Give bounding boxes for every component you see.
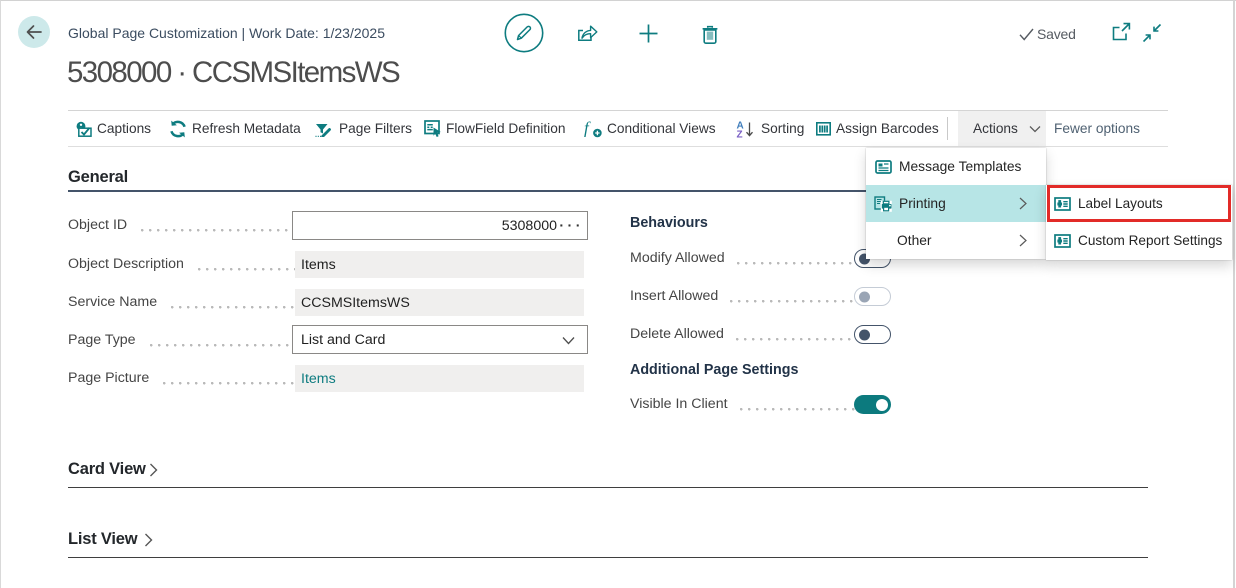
svg-text:f: f bbox=[584, 119, 591, 138]
svg-text:Z: Z bbox=[737, 129, 743, 138]
